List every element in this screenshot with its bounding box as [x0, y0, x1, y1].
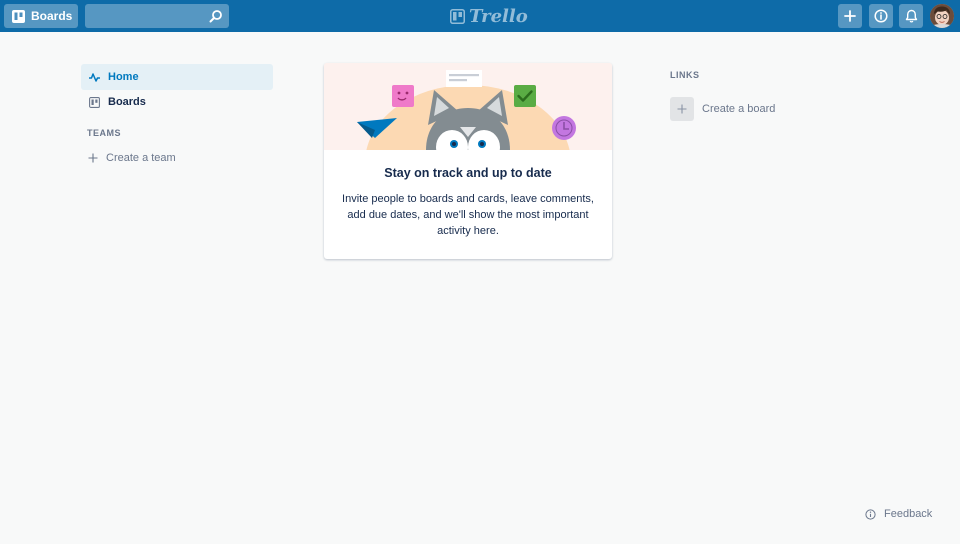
activity-empty-card: Stay on track and up to date Invite peop… [324, 63, 612, 259]
search-input[interactable] [85, 4, 229, 28]
card-title: Stay on track and up to date [384, 166, 552, 180]
add-button[interactable] [838, 4, 862, 28]
create-team-button[interactable]: Create a team [88, 152, 176, 164]
member-avatar[interactable] [930, 4, 954, 28]
info-icon [874, 9, 888, 23]
sidebar-item-home[interactable]: Home [81, 64, 273, 90]
links-section-title: LINKS [670, 70, 700, 80]
bell-icon [905, 9, 917, 23]
feedback-link[interactable]: Feedback [865, 508, 932, 520]
boards-menu-button[interactable]: Boards [4, 4, 78, 28]
plus-icon [844, 10, 856, 22]
create-board-label: Create a board [702, 103, 776, 115]
board-icon [89, 96, 100, 108]
trello-logo[interactable]: Trello [450, 6, 528, 27]
husky-illustration [324, 63, 612, 150]
search-icon[interactable] [209, 9, 223, 23]
sidebar-item-boards[interactable]: Boards [81, 89, 273, 115]
info-icon [865, 508, 876, 520]
taco-mascot-illustration [324, 63, 612, 150]
logo-text: Trello [469, 6, 528, 27]
activity-icon [89, 72, 100, 82]
notifications-button[interactable] [899, 4, 923, 28]
plus-icon [677, 104, 687, 114]
create-board-plus-box [670, 97, 694, 121]
info-button[interactable] [869, 4, 893, 28]
trello-logo-icon [450, 9, 465, 24]
avatar-image [930, 4, 954, 28]
sidebar-item-label: Boards [108, 96, 146, 108]
board-icon [12, 9, 25, 23]
top-header: Boards Trello [0, 0, 960, 32]
teams-section-title: TEAMS [87, 128, 121, 138]
create-team-label: Create a team [106, 152, 176, 164]
boards-menu-label: Boards [31, 9, 73, 23]
plus-icon [88, 153, 98, 163]
create-board-button[interactable]: Create a board [670, 97, 775, 121]
sidebar-item-label: Home [108, 71, 139, 83]
card-description: Invite people to boards and cards, leave… [342, 193, 594, 237]
feedback-label: Feedback [884, 508, 933, 520]
